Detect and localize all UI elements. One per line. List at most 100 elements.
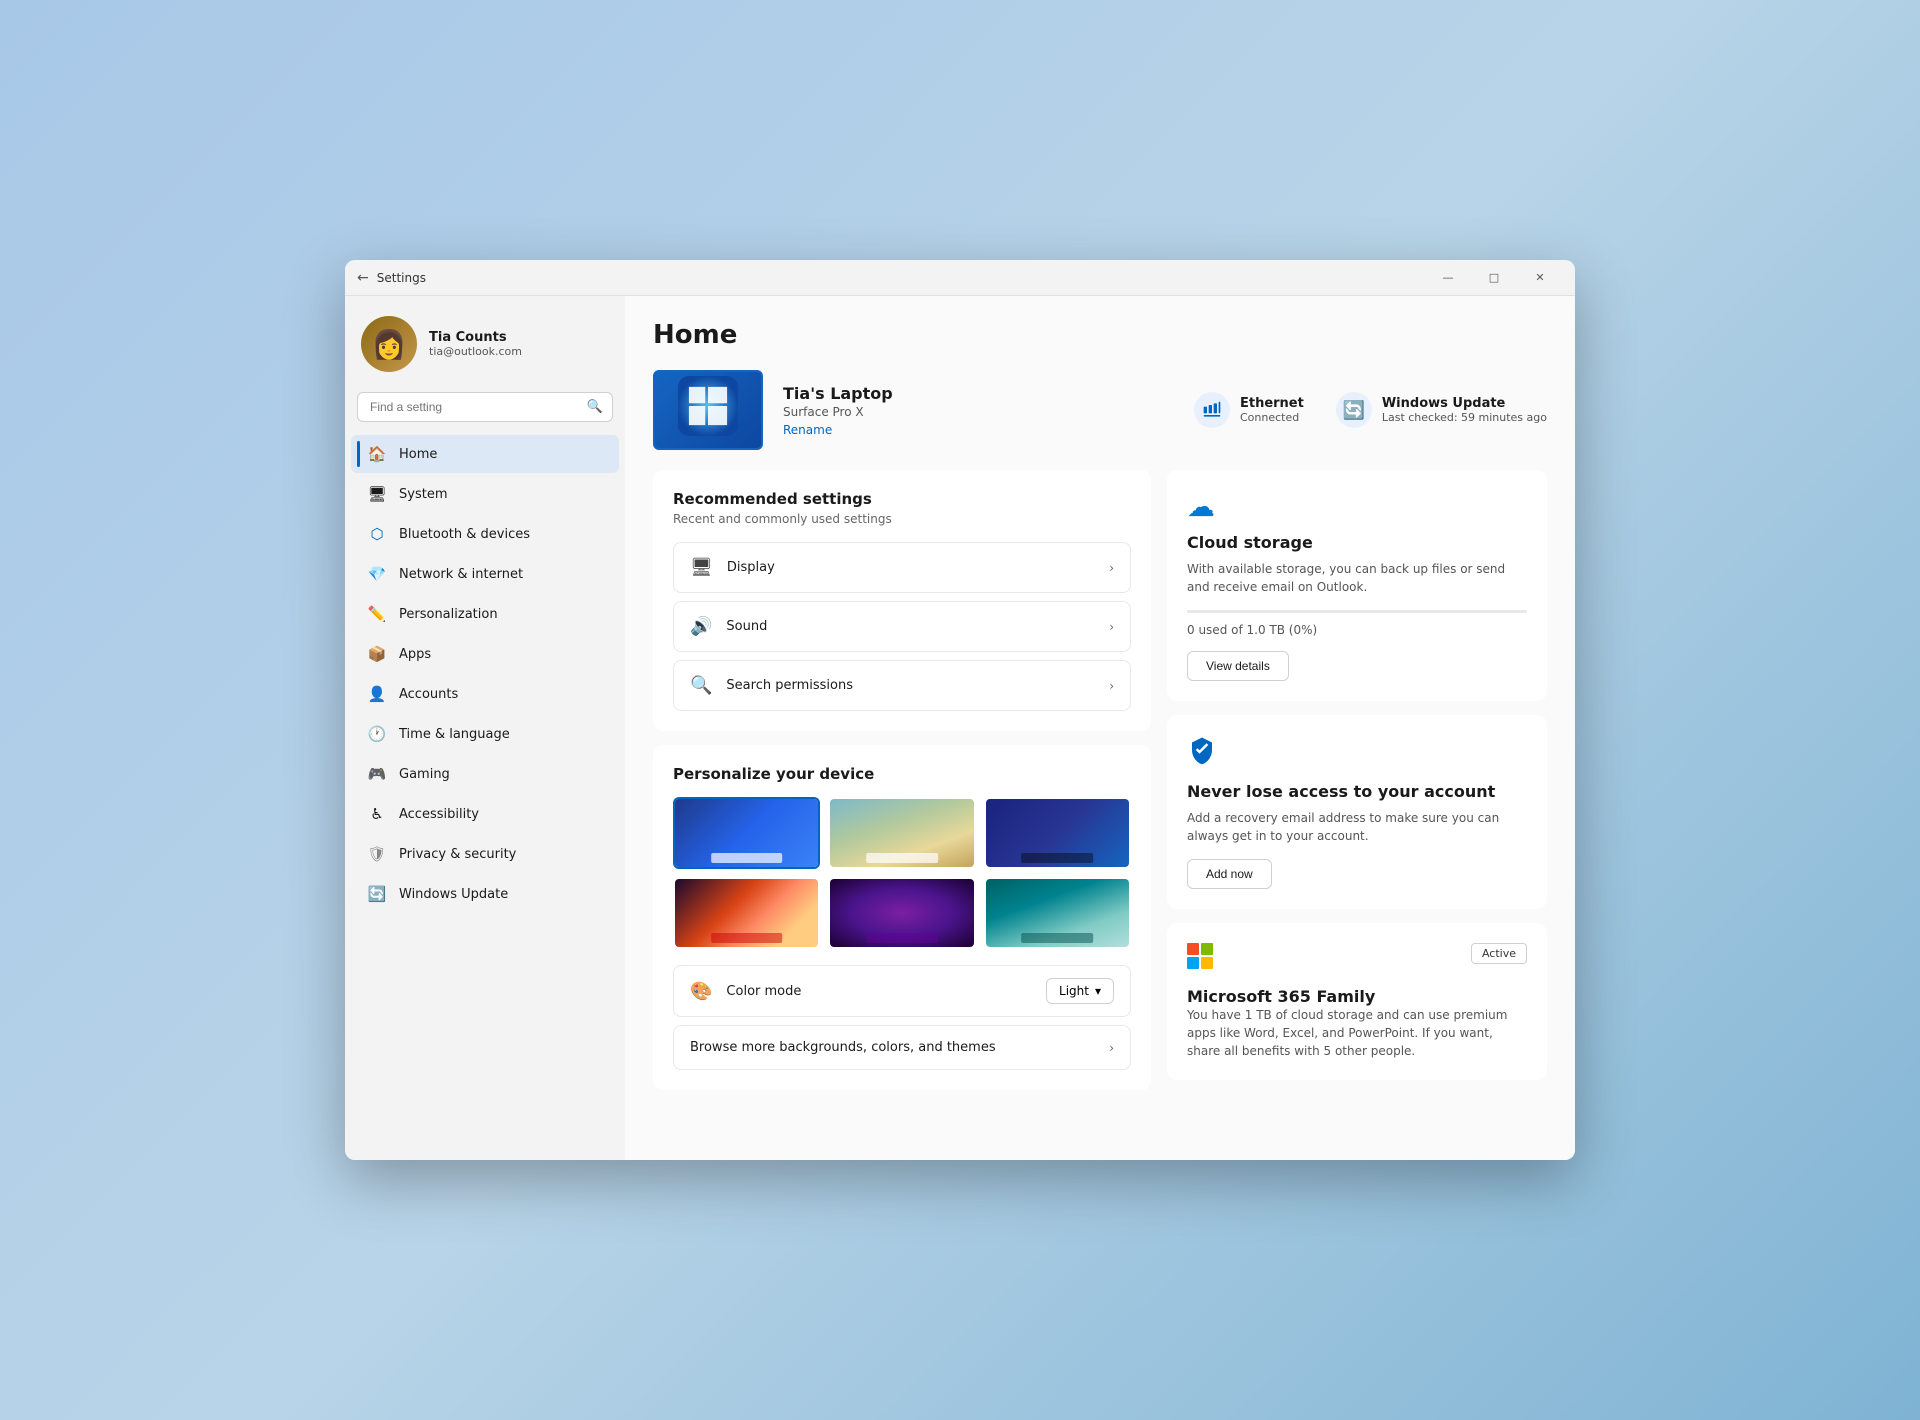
taskbar-preview: [866, 853, 938, 863]
browse-row[interactable]: Browse more backgrounds, colors, and the…: [673, 1025, 1131, 1070]
wallpaper-item-6[interactable]: [984, 877, 1131, 949]
sidebar-item-accounts[interactable]: 👤 Accounts: [351, 675, 619, 713]
sidebar-item-update-label: Windows Update: [399, 887, 508, 902]
rename-link[interactable]: Rename: [783, 423, 1174, 437]
time-icon: 🕐: [367, 724, 387, 744]
cloud-desc: With available storage, you can back up …: [1187, 560, 1527, 596]
back-button[interactable]: ←: [357, 270, 369, 286]
ms-logo: [1187, 943, 1213, 969]
update-stat: 🔄 Windows Update Last checked: 59 minute…: [1336, 392, 1547, 428]
recommended-subtitle: Recent and commonly used settings: [673, 512, 1131, 526]
device-image: [653, 370, 763, 450]
wallpaper-item-1[interactable]: [673, 797, 820, 869]
sidebar-item-gaming[interactable]: 🎮 Gaming: [351, 755, 619, 793]
wallpaper-grid: [673, 797, 1131, 949]
recommended-title: Recommended settings: [673, 490, 1131, 508]
user-email: tia@outlook.com: [429, 345, 522, 358]
close-button[interactable]: ✕: [1517, 260, 1563, 296]
windows-logo: [678, 376, 738, 445]
sidebar-item-bluetooth[interactable]: ⬡ Bluetooth & devices: [351, 515, 619, 553]
gaming-icon: 🎮: [367, 764, 387, 784]
sidebar-item-accounts-label: Accounts: [399, 687, 458, 702]
update-status: Last checked: 59 minutes ago: [1382, 411, 1547, 424]
search-permissions-label: Search permissions: [726, 678, 1109, 693]
user-section: 👩 Tia Counts tia@outlook.com: [345, 308, 625, 388]
personalization-icon: ✏️: [367, 604, 387, 624]
update-icon-stat: 🔄: [1336, 392, 1372, 428]
account-desc: Add a recovery email address to make sur…: [1187, 809, 1527, 845]
cloud-icon: ☁: [1187, 490, 1527, 523]
sound-row[interactable]: 🔊 Sound ›: [673, 601, 1131, 652]
ethernet-label: Ethernet: [1240, 396, 1304, 411]
cloud-title: Cloud storage: [1187, 533, 1527, 552]
search-input[interactable]: [357, 392, 613, 422]
sound-icon: 🔊: [690, 616, 712, 637]
user-info: Tia Counts tia@outlook.com: [429, 330, 522, 358]
recommended-card: Recommended settings Recent and commonly…: [653, 470, 1151, 731]
ms365-header: Active: [1187, 943, 1527, 979]
sidebar-item-network[interactable]: 💎 Network & internet: [351, 555, 619, 593]
sound-chevron: ›: [1109, 620, 1114, 634]
sidebar-item-system-label: System: [399, 487, 447, 502]
personalize-card: Personalize your device: [653, 745, 1151, 1090]
display-chevron: ›: [1109, 561, 1114, 575]
sidebar-item-accessibility[interactable]: ♿ Accessibility: [351, 795, 619, 833]
ethernet-status: Connected: [1240, 411, 1304, 424]
sidebar-item-windows-update[interactable]: 🔄 Windows Update: [351, 875, 619, 913]
color-mode-row: 🎨 Color mode Light ▾: [673, 965, 1131, 1017]
privacy-icon: 🛡: [367, 844, 387, 864]
wallpaper-item-5[interactable]: [828, 877, 975, 949]
titlebar-controls: — □ ✕: [1425, 260, 1563, 296]
add-now-button[interactable]: Add now: [1187, 859, 1272, 889]
device-name: Tia's Laptop: [783, 384, 1174, 403]
search-box: 🔍: [357, 392, 613, 422]
wallpaper-item-4[interactable]: [673, 877, 820, 949]
avatar[interactable]: 👩: [361, 316, 417, 372]
page-title: Home: [653, 320, 1547, 350]
color-mode-select[interactable]: Light ▾: [1046, 978, 1114, 1004]
account-security-card: Never lose access to your account Add a …: [1167, 715, 1547, 909]
update-icon: 🔄: [367, 884, 387, 904]
system-icon: 🖥: [367, 484, 387, 504]
search-icon: 🔍: [587, 400, 603, 415]
search-permissions-row[interactable]: 🔍 Search permissions ›: [673, 660, 1131, 711]
sound-label: Sound: [726, 619, 1109, 634]
ms-yellow-square: [1201, 957, 1213, 969]
update-info: Windows Update Last checked: 59 minutes …: [1382, 396, 1547, 424]
active-badge: Active: [1471, 943, 1527, 964]
display-row[interactable]: 🖥 Display ›: [673, 542, 1131, 593]
sidebar-item-home[interactable]: 🏠 Home: [351, 435, 619, 473]
color-mode-label: Color mode: [726, 984, 1046, 999]
bluetooth-icon: ⬡: [367, 524, 387, 544]
ms-red-square: [1187, 943, 1199, 955]
sidebar-item-personalization[interactable]: ✏️ Personalization: [351, 595, 619, 633]
home-icon: 🏠: [367, 444, 387, 464]
sidebar-item-time-label: Time & language: [399, 727, 510, 742]
storage-text: 0 used of 1.0 TB (0%): [1187, 623, 1527, 637]
sidebar-item-gaming-label: Gaming: [399, 767, 450, 782]
ms365-title: Microsoft 365 Family: [1187, 987, 1527, 1006]
sidebar-item-apps-label: Apps: [399, 647, 431, 662]
microsoft365-card: Active Microsoft 365 Family You have 1 T…: [1167, 923, 1547, 1080]
update-label: Windows Update: [1382, 396, 1547, 411]
maximize-button[interactable]: □: [1471, 260, 1517, 296]
sidebar-item-apps[interactable]: 📦 Apps: [351, 635, 619, 673]
device-header: Tia's Laptop Surface Pro X Rename: [653, 370, 1547, 450]
sidebar-item-time-language[interactable]: 🕐 Time & language: [351, 715, 619, 753]
wallpaper-item-2[interactable]: [828, 797, 975, 869]
wallpaper-item-3[interactable]: [984, 797, 1131, 869]
ms-green-square: [1201, 943, 1213, 955]
sidebar-item-personalization-label: Personalization: [399, 607, 498, 622]
taskbar-preview: [711, 933, 783, 943]
content-grid: Recommended settings Recent and commonly…: [653, 470, 1547, 1094]
sidebar-item-privacy[interactable]: 🛡 Privacy & security: [351, 835, 619, 873]
ethernet-icon: [1194, 392, 1230, 428]
personalize-title: Personalize your device: [673, 765, 1131, 783]
ethernet-info: Ethernet Connected: [1240, 396, 1304, 424]
accessibility-icon: ♿: [367, 804, 387, 824]
ms-blue-square: [1187, 957, 1199, 969]
view-details-button[interactable]: View details: [1187, 651, 1289, 681]
minimize-button[interactable]: —: [1425, 260, 1471, 296]
sidebar-item-system[interactable]: 🖥 System: [351, 475, 619, 513]
network-icon: 💎: [367, 564, 387, 584]
